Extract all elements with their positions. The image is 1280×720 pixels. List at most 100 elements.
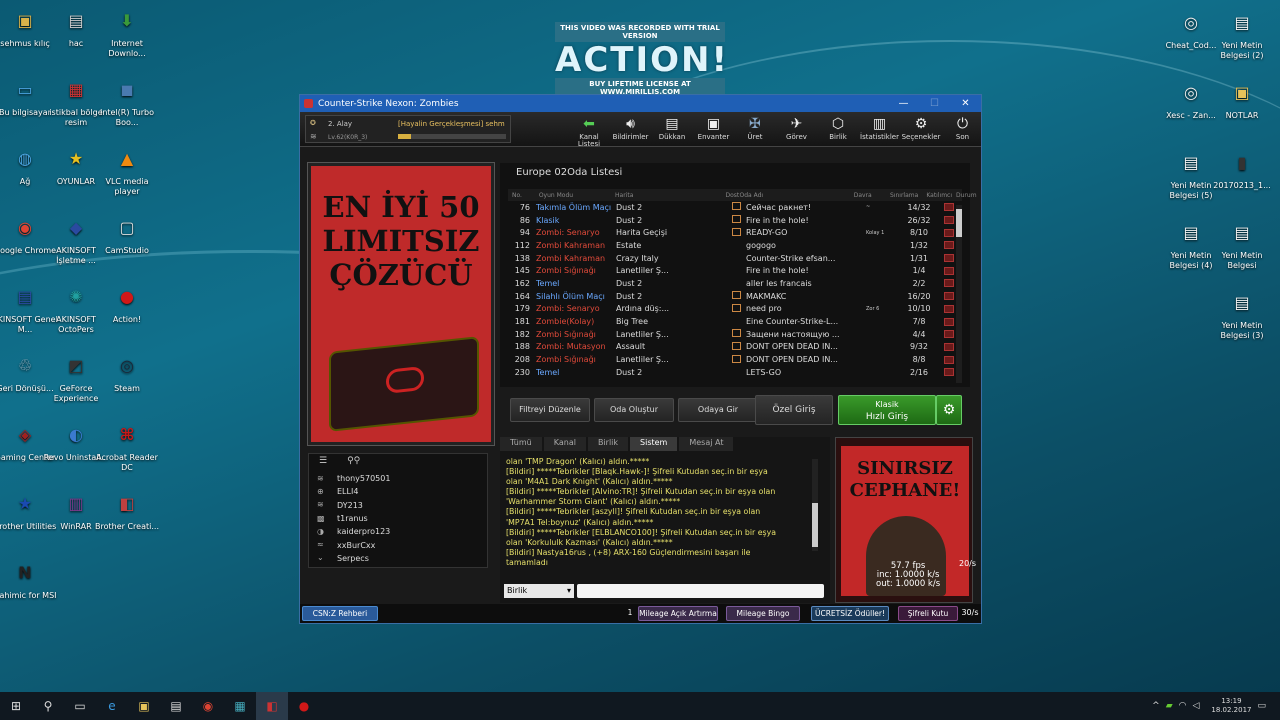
desktop-icon[interactable]: ⌘ Acrobat Reader DC <box>94 420 160 473</box>
room-list-column-header[interactable]: Sınırlama <box>886 192 922 199</box>
mileage-bingo-button[interactable]: Mileage Bingo <box>726 606 800 621</box>
chat-tab[interactable]: Birlik <box>587 437 629 451</box>
menu-item[interactable]: ⬡ Birlik <box>819 114 857 141</box>
user-list-item[interactable]: ⌄ Serpecs <box>309 552 487 565</box>
menu-item[interactable]: ⚙ Seçenekler <box>902 114 941 141</box>
room-row[interactable]: 112 Zombi Kahraman Estate gogogo 1/32 <box>508 239 962 252</box>
clock-date[interactable]: 18.02.2017 <box>1211 706 1251 715</box>
room-row[interactable]: 179 Zombi: Senaryo Ardına düş:... need pro Z… <box>508 303 962 316</box>
menu-item[interactable]: 🔊︎ Bildirimler <box>612 114 650 141</box>
clock-time[interactable]: 13:19 <box>1211 697 1251 706</box>
desktop-icon[interactable]: ▣ NOTLAR <box>1209 78 1275 121</box>
room-list-column-header[interactable]: Oda Adı <box>735 192 849 199</box>
tray-chevron-icon[interactable]: ^ <box>1152 701 1160 711</box>
desktop-icon[interactable]: ▲ VLC media player <box>94 144 160 197</box>
csnz-taskbar-icon[interactable]: ◧ <box>256 692 288 720</box>
room-list-column-header[interactable]: Katılımcı <box>922 192 952 199</box>
room-row[interactable]: 162 Temel Dust 2 aller les francais 2/2 <box>508 277 962 290</box>
desktop-icon[interactable]: ◧ Brother Creati... <box>94 489 160 532</box>
free-rewards-button[interactable]: ÜCRETSİZ Ödüller! <box>811 606 889 621</box>
chat-input[interactable] <box>577 584 824 598</box>
player-info[interactable]: ✪ 2. Alay [Hayalin Gerçekleşmesi] sehm ≋… <box>305 115 511 143</box>
promo-banner-right[interactable]: SINIRSIZ CEPHANE! 57.7 fps inc: 1.0000 k… <box>835 437 976 603</box>
room-row[interactable]: 188 Zombi: Mutasyon Assault DONT OPEN DEAD … <box>508 341 962 354</box>
chat-tab[interactable]: Kanal <box>543 437 586 451</box>
desktop-icon[interactable]: N Nahimic for MSI <box>0 558 58 601</box>
desktop-icon[interactable]: ◎ Steam <box>94 351 160 394</box>
user-list-item[interactable]: ≋ thony570501 <box>309 472 487 485</box>
room-row[interactable]: 138 Zombi Kahraman Crazy Italy Counter-Stri… <box>508 252 962 265</box>
promo-banner-left[interactable]: EN İYİ 50 LIMITSIZ ÇÖZÜCÜ <box>307 162 495 446</box>
action-taskbar-icon[interactable]: ● <box>288 692 320 720</box>
quick-join-button[interactable]: Klasik Hızlı Giriş <box>838 395 936 425</box>
create-room-button[interactable]: Oda Oluştur <box>594 398 674 422</box>
volume-icon[interactable]: ◁ <box>1192 701 1199 711</box>
user-list-tab-icon[interactable]: ☰ <box>319 456 327 468</box>
remote-icon[interactable]: ▦ <box>224 692 256 720</box>
nvidia-tray-icon[interactable]: ▰ <box>1166 701 1173 711</box>
user-list-item[interactable]: ≋ DY213 <box>309 499 487 512</box>
user-list-item[interactable]: ▩ t1ranus <box>309 512 487 525</box>
mileage-auction-button[interactable]: Mileage Açık Artırma <box>638 606 718 621</box>
chrome-taskbar-icon[interactable]: ◉ <box>192 692 224 720</box>
notifications-icon[interactable]: ▭ <box>1257 701 1266 711</box>
menu-item[interactable]: ▥ İstatistikler <box>860 114 899 141</box>
user-list-item[interactable]: ◑ kaiderpro123 <box>309 525 487 538</box>
file-explorer-icon[interactable]: ▣ <box>128 692 160 720</box>
chat-channel-select[interactable]: Birlik ▾ <box>504 584 574 598</box>
room-list-column-header[interactable]: Dost <box>721 192 739 199</box>
filter-edit-button[interactable]: Filtreyi Düzenle <box>510 398 590 422</box>
quick-join-settings-icon[interactable]: ⚙ <box>936 395 962 425</box>
desktop-icon[interactable]: ▢ CamStudio <box>94 213 160 256</box>
edge-icon[interactable]: e <box>96 692 128 720</box>
room-row[interactable]: 182 Zombi Sığınağı Lanetliler Ş... Защени н… <box>508 328 962 341</box>
user-list-item[interactable]: ⊕ ELLI4 <box>309 485 487 498</box>
desktop-icon[interactable]: ▤ Yeni Metin Belgesi <box>1209 218 1275 271</box>
minimize-button[interactable]: — <box>888 98 919 109</box>
private-join-button[interactable]: Özel Giriş <box>755 395 833 425</box>
guide-button[interactable]: CSN:Z Rehberi <box>302 606 378 621</box>
room-row[interactable]: 86 Klasik Dust 2 Fire in the hole! 26/32 <box>508 214 962 227</box>
room-list-column-header[interactable]: Oyun Modu <box>535 192 611 199</box>
encrypted-box-button[interactable]: Şifreli Kutu <box>898 606 958 621</box>
window-titlebar[interactable]: Counter-Strike Nexon: Zombies — ☐ ✕ <box>300 95 981 112</box>
desktop-icon[interactable]: ◼ Intel(R) Turbo Boo... <box>94 75 160 128</box>
chat-tab[interactable]: Tümü <box>500 437 542 451</box>
menu-item[interactable]: ✠ Üret <box>736 114 774 141</box>
join-room-button[interactable]: Odaya Gir <box>678 398 758 422</box>
close-button[interactable]: ✕ <box>950 98 981 109</box>
desktop-icon[interactable]: ▤ Yeni Metin Belgesi (3) <box>1209 288 1275 341</box>
menu-item[interactable]: ⏻ Son <box>944 114 982 141</box>
room-row[interactable]: 208 Zombi Sığınağı Lanetliler Ş... DONT OPE… <box>508 353 962 366</box>
desktop-icon[interactable]: ▮ 20170213_1... <box>1209 148 1275 191</box>
menu-item[interactable]: ▤ Dükkan <box>653 114 691 141</box>
room-row[interactable]: 230 Temel Dust 2 LETS-GO 2/16 <box>508 366 962 379</box>
menu-item[interactable]: ▣ Envanter <box>695 114 733 141</box>
room-list-column-header[interactable]: Davra <box>850 192 886 199</box>
room-row[interactable]: 145 Zombi Sığınağı Lanetliler Ş... Fire in … <box>508 264 962 277</box>
user-list-item[interactable]: ≈ xxBurCxx <box>309 538 487 551</box>
desktop-icon[interactable]: ▤ Yeni Metin Belgesi (2) <box>1209 8 1275 61</box>
task-view-icon[interactable]: ▭ <box>64 692 96 720</box>
room-list-column-header[interactable]: No. <box>508 192 535 199</box>
desktop-icon[interactable]: ● Action! <box>94 282 160 325</box>
maximize-button[interactable]: ☐ <box>919 98 950 109</box>
menu-item[interactable]: ✈ Görev <box>778 114 816 141</box>
room-list-column-header[interactable]: Durum <box>952 192 977 199</box>
start-button-icon[interactable]: ⊞ <box>0 692 32 720</box>
room-list-column-header[interactable]: Harita <box>611 192 721 199</box>
room-row[interactable]: 76 Takımla Ölüm Maçı Dust 2 Сейчас ракнет! ~… <box>508 201 962 214</box>
search-icon[interactable]: ⚲ <box>32 692 64 720</box>
room-row[interactable]: 94 Zombi: Senaryo Harita Geçişi READY-GO Kol… <box>508 226 962 239</box>
room-row[interactable]: 164 Silahlı Ölüm Maçı Dust 2 MAKMAKC 16/20 <box>508 290 962 303</box>
store-icon[interactable]: ▤ <box>160 692 192 720</box>
chat-tab[interactable]: Sistem <box>630 437 678 451</box>
room-row[interactable]: 181 Zombie(Kolay) Big Tree Eine Counter-Str… <box>508 315 962 328</box>
chat-scrollbar[interactable] <box>812 459 818 551</box>
menu-item[interactable]: ⬅ Kanal Listesi <box>570 114 608 148</box>
desktop-icon[interactable]: ⬇ Internet Downlo... <box>94 6 160 59</box>
friend-search-tab-icon[interactable]: ⚲⚲ <box>347 456 360 468</box>
room-list-scrollbar[interactable] <box>956 205 962 383</box>
wifi-icon[interactable]: ◠ <box>1179 701 1187 711</box>
chat-tab[interactable]: Mesaj At <box>679 437 734 451</box>
